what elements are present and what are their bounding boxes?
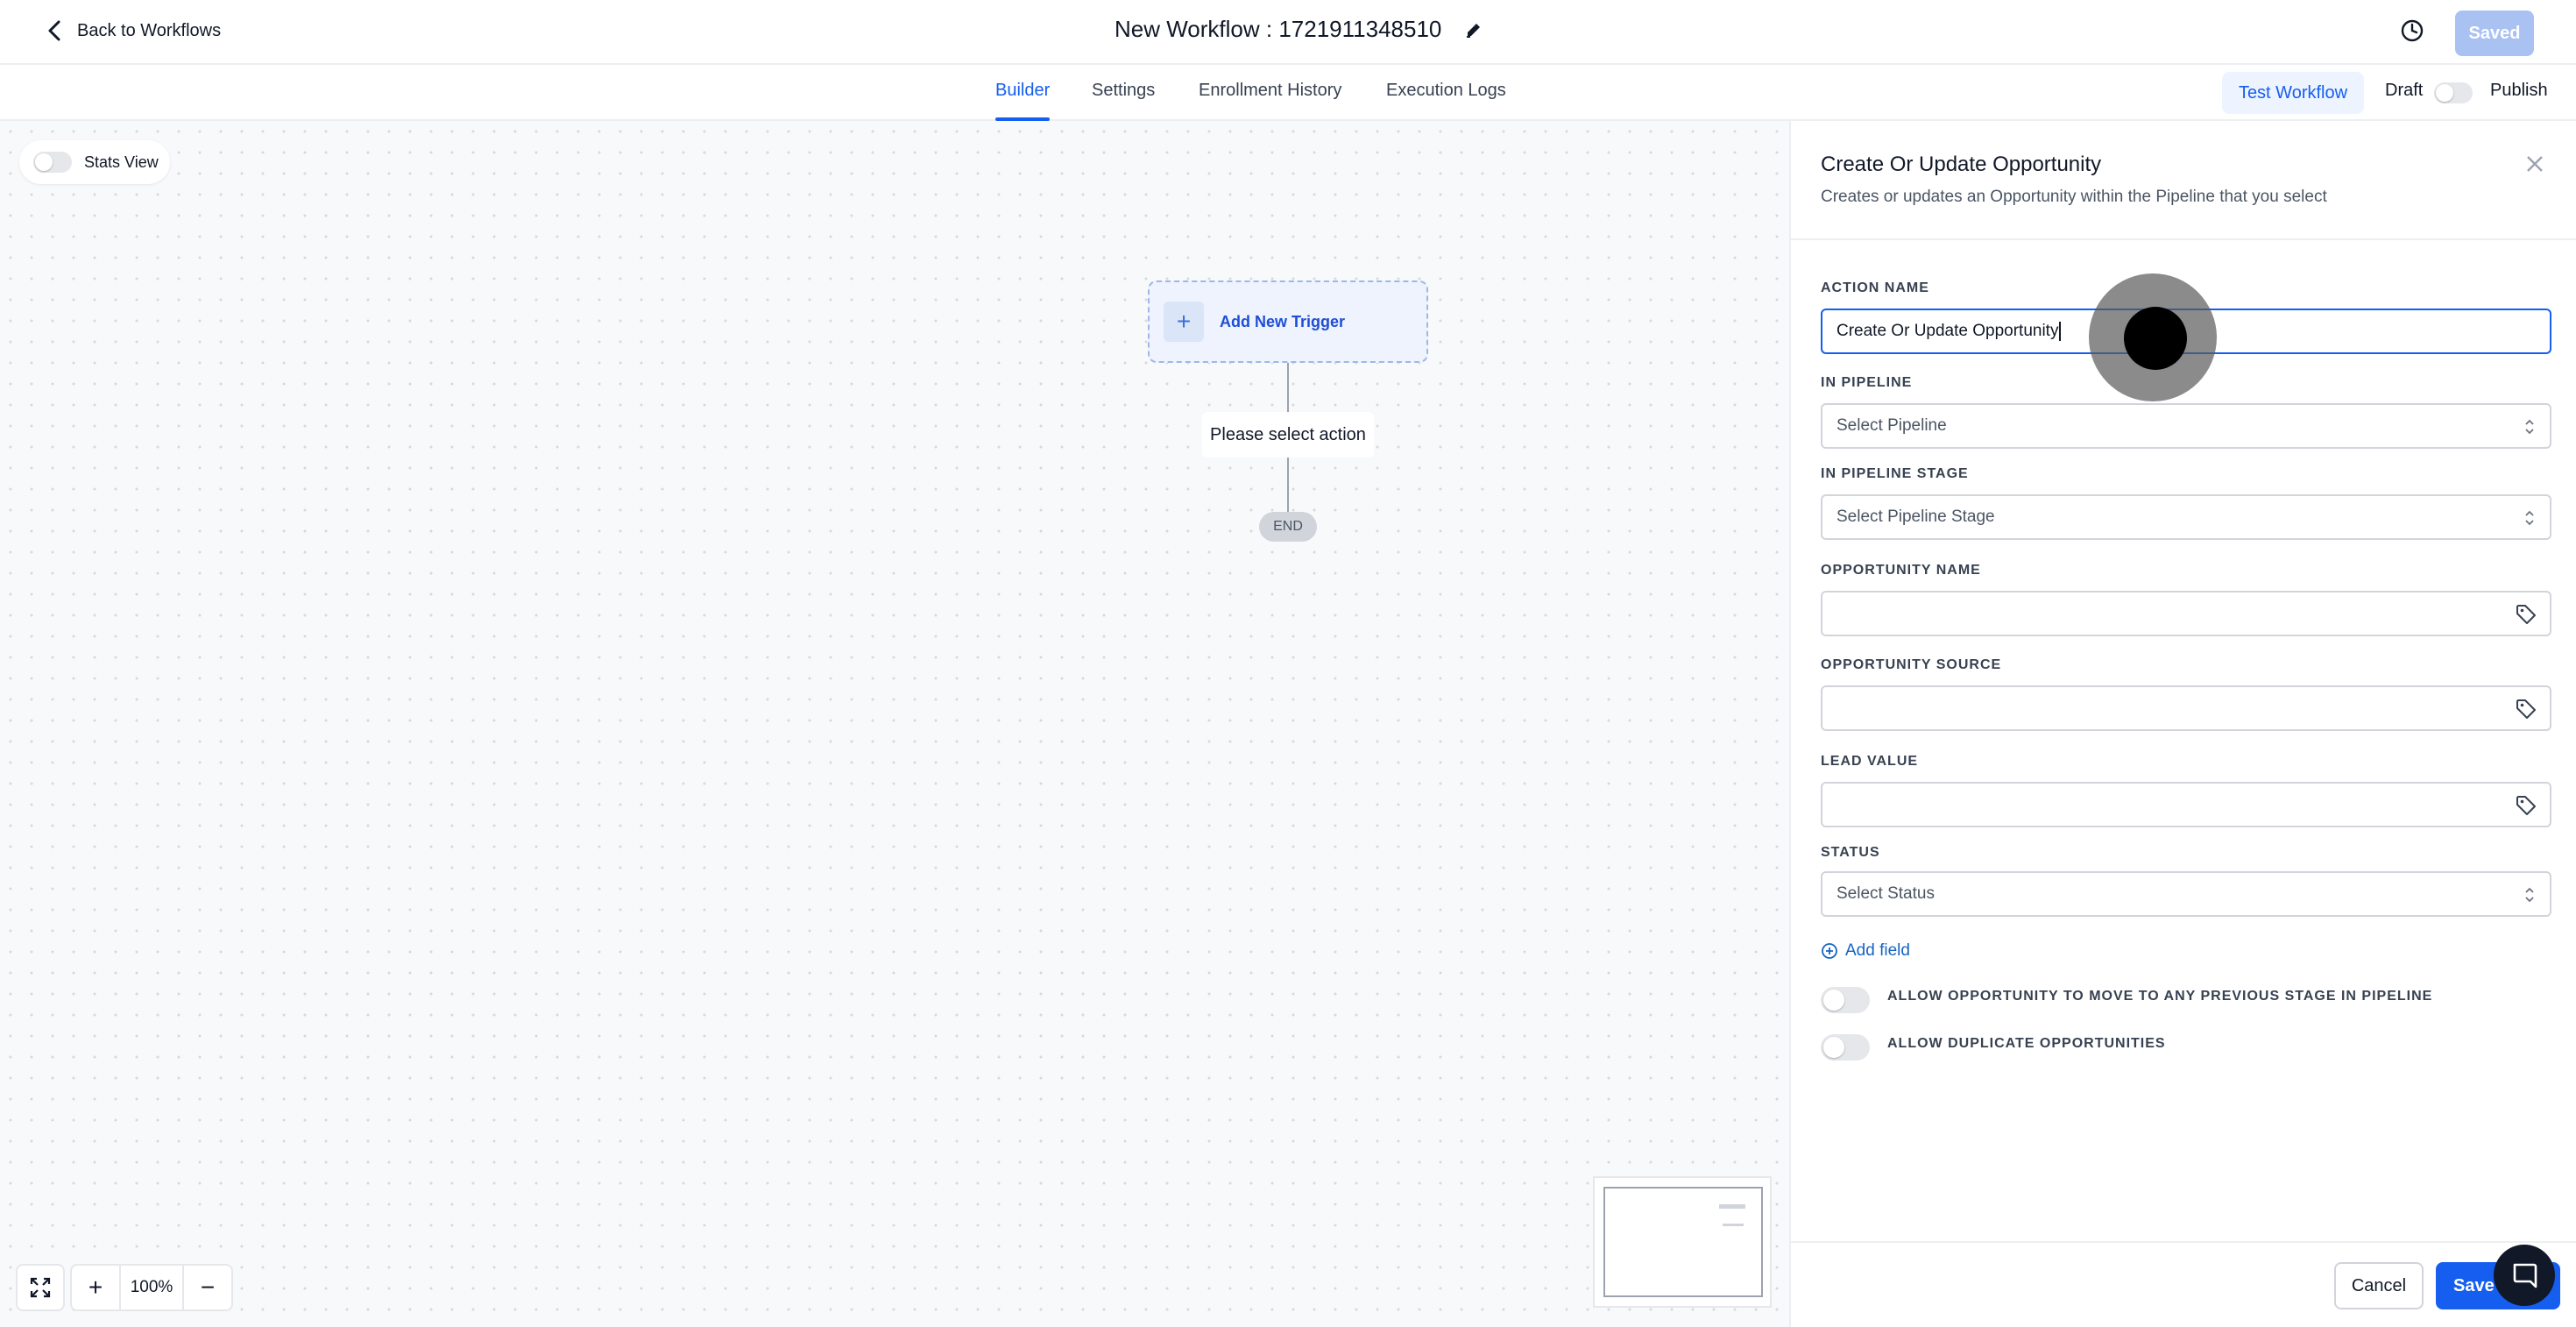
tabs-bar: Builder Settings Enrollment History Exec…	[0, 65, 2576, 121]
back-label: Back to Workflows	[77, 20, 222, 40]
allow-duplicate-toggle[interactable]	[1821, 1034, 1870, 1061]
workflow-title-text: New Workflow : 1721911348510	[1115, 16, 1442, 42]
allow-previous-stage-label: ALLOW OPPORTUNITY TO MOVE TO ANY PREVIOU…	[1887, 989, 2433, 1004]
opportunity-name-input[interactable]	[1821, 591, 2551, 636]
text-caret	[2059, 322, 2062, 341]
allow-duplicate-label: ALLOW DUPLICATE OPPORTUNITIES	[1887, 1036, 2166, 1051]
pipeline-select[interactable]: Select Pipeline	[1821, 403, 2551, 449]
tag-icon[interactable]	[2515, 698, 2537, 720]
add-new-trigger-node[interactable]: + Add New Trigger	[1148, 280, 1428, 363]
panel-title: Create Or Update Opportunity	[1821, 153, 2102, 176]
stats-view-toggle[interactable]	[33, 152, 72, 173]
chevron-updown-icon	[2525, 419, 2534, 435]
allow-previous-stage-row: ALLOW OPPORTUNITY TO MOVE TO ANY PREVIOU…	[1821, 987, 2432, 1013]
minimap-viewport[interactable]	[1603, 1187, 1763, 1297]
tab-builder[interactable]: Builder	[995, 81, 1050, 101]
pipeline-placeholder: Select Pipeline	[1836, 416, 1947, 435]
back-to-workflows-link[interactable]: Back to Workflows	[46, 19, 221, 42]
pipeline-stage-placeholder: Select Pipeline Stage	[1836, 507, 1995, 526]
tag-icon[interactable]	[2515, 603, 2537, 626]
stats-view-control: Stats View	[19, 140, 170, 184]
add-field-label: Add field	[1845, 941, 1910, 960]
pointer-dot	[2124, 307, 2187, 370]
chevron-left-icon	[48, 20, 60, 41]
lead-value-input[interactable]	[1821, 782, 2551, 827]
action-name-label: ACTION NAME	[1821, 280, 1929, 295]
opportunity-source-label: OPPORTUNITY SOURCE	[1821, 657, 2002, 672]
pipeline-stage-select[interactable]: Select Pipeline Stage	[1821, 494, 2551, 540]
chat-bubble-icon	[2513, 1263, 2537, 1288]
stats-view-label: Stats View	[84, 153, 159, 171]
lead-value-label: LEAD VALUE	[1821, 754, 1919, 769]
draft-label: Draft	[2385, 81, 2424, 100]
publish-label: Publish	[2490, 81, 2548, 100]
connector-line	[1287, 363, 1289, 412]
chat-widget-button[interactable]	[2494, 1245, 2555, 1306]
plus-circle-icon	[1822, 943, 1837, 959]
tab-settings[interactable]: Settings	[1092, 81, 1155, 101]
opportunity-name-label: OPPORTUNITY NAME	[1821, 563, 1981, 578]
zoom-out-button[interactable]: −	[184, 1266, 231, 1309]
status-placeholder: Select Status	[1836, 884, 1935, 903]
status-select[interactable]: Select Status	[1821, 871, 2551, 917]
chevron-updown-icon	[2525, 510, 2534, 526]
action-name-value: Create Or Update Opportunity	[1836, 322, 2059, 340]
zoom-level: 100%	[119, 1266, 184, 1309]
workflow-title: New Workflow : 1721911348510	[1115, 16, 1483, 43]
test-workflow-button[interactable]: Test Workflow	[2222, 72, 2364, 114]
allow-previous-stage-toggle[interactable]	[1821, 987, 1870, 1013]
select-action-node[interactable]: Please select action	[1202, 412, 1374, 458]
connector-line	[1287, 458, 1289, 512]
saved-button[interactable]: Saved	[2455, 11, 2534, 56]
panel-footer-divider	[1791, 1241, 2576, 1243]
publish-toggle[interactable]	[2434, 82, 2473, 103]
add-field-button[interactable]: Add field	[1821, 941, 1910, 961]
minimap[interactable]	[1593, 1176, 1772, 1308]
status-label: STATUS	[1821, 845, 1880, 860]
tab-execution-logs[interactable]: Execution Logs	[1386, 81, 1506, 101]
tag-icon[interactable]	[2515, 794, 2537, 817]
pipeline-stage-label: IN PIPELINE STAGE	[1821, 466, 1969, 481]
panel-divider	[1791, 238, 2576, 240]
close-icon[interactable]	[2523, 153, 2546, 175]
zoom-controls: + 100% −	[70, 1264, 233, 1311]
cancel-button[interactable]: Cancel	[2334, 1262, 2424, 1309]
expand-icon	[30, 1277, 51, 1298]
tab-enrollment-history[interactable]: Enrollment History	[1199, 81, 1341, 101]
minimap-node	[1723, 1224, 1744, 1226]
top-header: Back to Workflows New Workflow : 1721911…	[0, 0, 2576, 65]
fit-view-button[interactable]	[16, 1264, 65, 1311]
add-trigger-label: Add New Trigger	[1220, 312, 1346, 330]
history-icon[interactable]	[2397, 16, 2427, 46]
pencil-edit-icon[interactable]	[1464, 20, 1483, 39]
panel-description: Creates or updates an Opportunity within…	[1821, 188, 2327, 206]
pipeline-label: IN PIPELINE	[1821, 375, 1913, 390]
opportunity-source-input[interactable]	[1821, 685, 2551, 731]
workflow-canvas[interactable]: Stats View + Add New Trigger Please sele…	[0, 121, 1789, 1327]
chevron-updown-icon	[2525, 887, 2534, 903]
minimap-node	[1719, 1204, 1745, 1209]
allow-duplicate-row: ALLOW DUPLICATE OPPORTUNITIES	[1821, 1034, 2166, 1061]
end-node: END	[1259, 512, 1317, 542]
plus-icon: +	[1164, 302, 1204, 342]
zoom-in-button[interactable]: +	[72, 1266, 119, 1309]
